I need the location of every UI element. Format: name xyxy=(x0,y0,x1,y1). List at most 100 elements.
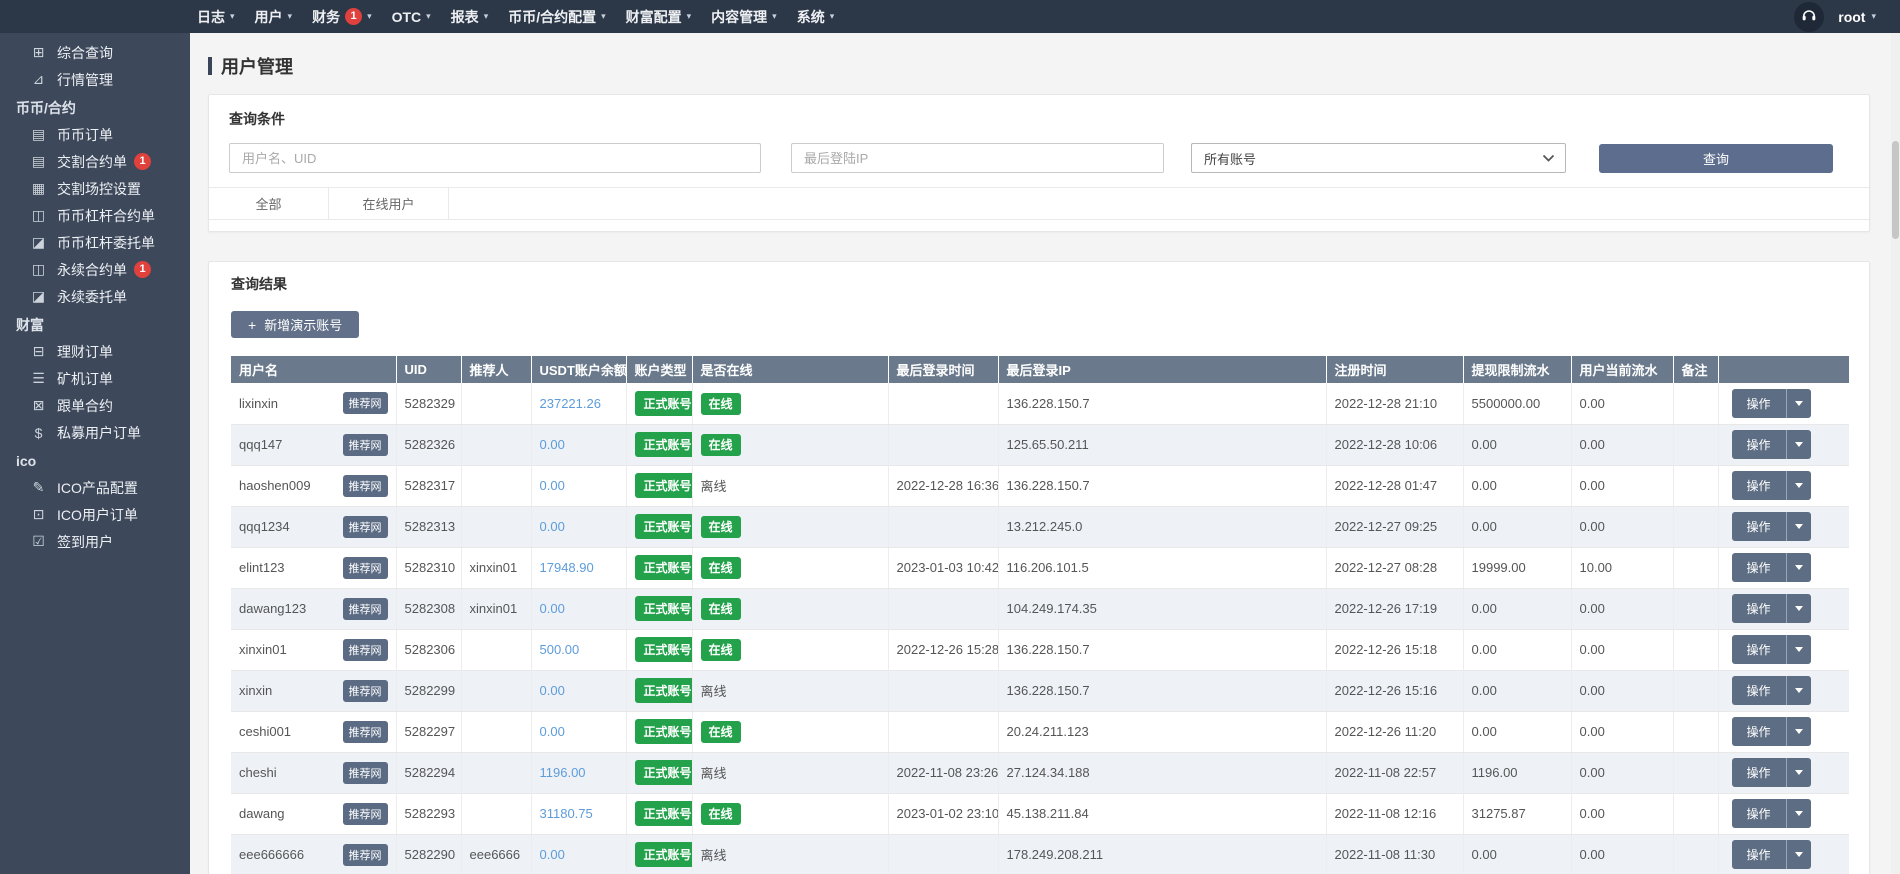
user-menu[interactable]: root ▾ xyxy=(1838,9,1876,25)
action-dropdown-toggle[interactable] xyxy=(1786,717,1811,746)
users-table-header-cell: 推荐人 xyxy=(461,356,531,383)
usdt-balance-link[interactable]: 0.00 xyxy=(540,601,565,616)
action-dropdown-toggle[interactable] xyxy=(1786,430,1811,459)
action-button[interactable]: 操作 xyxy=(1732,676,1786,705)
referral-network-badge[interactable]: 推荐网 xyxy=(343,392,388,414)
register-time-cell: 2022-12-26 15:18 xyxy=(1326,629,1463,670)
sidebar-item[interactable]: 币币/合约 xyxy=(0,95,190,121)
action-button[interactable]: 操作 xyxy=(1732,635,1786,664)
sidebar-item[interactable]: ico xyxy=(0,448,190,474)
sidebar-item[interactable]: ▤ 币币订单 xyxy=(0,121,190,148)
nav-menu-item[interactable]: 日志 ▾ xyxy=(197,7,235,27)
action-button[interactable]: 操作 xyxy=(1732,553,1786,582)
sidebar-item[interactable]: ⊞ 综合查询 xyxy=(0,39,190,66)
action-button[interactable]: 操作 xyxy=(1732,594,1786,623)
users-table-header-cell: 最后登录IP xyxy=(998,356,1326,383)
add-demo-account-button[interactable]: + 新增演示账号 xyxy=(231,311,359,338)
remark-cell xyxy=(1673,383,1718,424)
action-dropdown-toggle[interactable] xyxy=(1786,799,1811,828)
usdt-balance-link[interactable]: 0.00 xyxy=(540,847,565,862)
usdt-balance-link[interactable]: 0.00 xyxy=(540,724,565,739)
referral-network-badge[interactable]: 推荐网 xyxy=(343,844,388,866)
referral-network-badge[interactable]: 推荐网 xyxy=(343,803,388,825)
query-tab[interactable]: 在线用户 xyxy=(329,188,449,219)
referral-network-badge[interactable]: 推荐网 xyxy=(343,762,388,784)
action-dropdown-toggle[interactable] xyxy=(1786,553,1811,582)
account-type-badge: 正式账号 xyxy=(635,555,693,580)
sidebar-item[interactable]: 财富 xyxy=(0,312,190,338)
sidebar-item[interactable]: ☑ 签到用户 xyxy=(0,528,190,555)
nav-menu-item[interactable]: 用户 ▾ xyxy=(255,7,293,27)
online-status: 在线 xyxy=(701,639,741,661)
sidebar-item[interactable]: ⊟ 理财订单 xyxy=(0,338,190,365)
remark-cell xyxy=(1673,834,1718,874)
sidebar-item[interactable]: ⊡ ICO用户订单 xyxy=(0,501,190,528)
action-button[interactable]: 操作 xyxy=(1732,389,1786,418)
sidebar-item[interactable]: ◫ 永续合约单 1 xyxy=(0,256,190,283)
nav-menu-item[interactable]: 内容管理 ▾ xyxy=(711,7,777,27)
sidebar-item[interactable]: ◫ 币币杠杆合约单 xyxy=(0,202,190,229)
referral-network-badge[interactable]: 推荐网 xyxy=(343,721,388,743)
usdt-balance-link[interactable]: 0.00 xyxy=(540,519,565,534)
sidebar-item[interactable]: ◪ 币币杠杆委托单 xyxy=(0,229,190,256)
nav-menu-label: 财务 xyxy=(312,7,340,27)
register-time-cell: 2022-12-26 15:16 xyxy=(1326,670,1463,711)
action-button[interactable]: 操作 xyxy=(1732,840,1786,869)
username-uid-input[interactable] xyxy=(229,143,761,173)
nav-menu-item[interactable]: 财富配置 ▾ xyxy=(626,7,692,27)
usdt-balance-link[interactable]: 17948.90 xyxy=(540,560,594,575)
action-dropdown-toggle[interactable] xyxy=(1786,676,1811,705)
search-button[interactable]: 查询 xyxy=(1599,144,1833,173)
sidebar-item[interactable]: ☰ 矿机订单 xyxy=(0,365,190,392)
sidebar-item[interactable]: $ 私募用户订单 xyxy=(0,419,190,446)
action-dropdown-toggle[interactable] xyxy=(1786,389,1811,418)
sidebar-item-icon: ✎ xyxy=(30,479,47,496)
referral-network-badge[interactable]: 推荐网 xyxy=(343,434,388,456)
action-button[interactable]: 操作 xyxy=(1732,430,1786,459)
referral-network-badge[interactable]: 推荐网 xyxy=(343,475,388,497)
action-dropdown-toggle[interactable] xyxy=(1786,635,1811,664)
sidebar-item[interactable]: ◪ 永续委托单 xyxy=(0,283,190,310)
referral-network-badge[interactable]: 推荐网 xyxy=(343,516,388,538)
usdt-balance-link[interactable]: 1196.00 xyxy=(540,765,586,780)
nav-menu-item[interactable]: 币币/合约配置 ▾ xyxy=(508,7,605,27)
action-button[interactable]: 操作 xyxy=(1732,799,1786,828)
action-dropdown-toggle[interactable] xyxy=(1786,512,1811,541)
usdt-balance-link[interactable]: 0.00 xyxy=(540,683,565,698)
sidebar-item[interactable]: ▦ 交割场控设置 xyxy=(0,175,190,202)
nav-menu-item[interactable]: 报表 ▾ xyxy=(451,7,489,27)
nav-menu-item[interactable]: 系统 ▾ xyxy=(797,7,835,27)
nav-menu-item[interactable]: OTC ▾ xyxy=(392,9,431,25)
page-scrollbar-track[interactable] xyxy=(1891,33,1900,874)
action-dropdown-toggle[interactable] xyxy=(1786,758,1811,787)
query-tab[interactable]: 全部 xyxy=(209,188,329,219)
usdt-balance-link[interactable]: 500.00 xyxy=(540,642,580,657)
referral-network-badge[interactable]: 推荐网 xyxy=(343,598,388,620)
avatar[interactable] xyxy=(1794,2,1824,32)
action-button[interactable]: 操作 xyxy=(1732,512,1786,541)
sidebar-item[interactable]: ⊠ 跟单合约 xyxy=(0,392,190,419)
referral-network-badge[interactable]: 推荐网 xyxy=(343,557,388,579)
page-scrollbar-thumb[interactable] xyxy=(1892,141,1899,239)
usdt-balance-link[interactable]: 0.00 xyxy=(540,478,565,493)
action-dropdown-toggle[interactable] xyxy=(1786,840,1811,869)
account-type-select[interactable]: 所有账号 xyxy=(1191,143,1566,173)
action-button[interactable]: 操作 xyxy=(1732,758,1786,787)
sidebar-item[interactable]: ▤ 交割合约单 1 xyxy=(0,148,190,175)
sidebar-item-label: 签到用户 xyxy=(57,532,113,552)
usdt-balance-link[interactable]: 0.00 xyxy=(540,437,565,452)
referral-network-badge[interactable]: 推荐网 xyxy=(343,680,388,702)
action-button[interactable]: 操作 xyxy=(1732,471,1786,500)
action-dropdown-toggle[interactable] xyxy=(1786,594,1811,623)
sidebar-item[interactable]: ✎ ICO产品配置 xyxy=(0,474,190,501)
usdt-balance-link[interactable]: 31180.75 xyxy=(540,806,593,821)
action-dropdown-toggle[interactable] xyxy=(1786,471,1811,500)
nav-menu-item[interactable]: 财务 1 ▾ xyxy=(312,7,372,27)
remark-cell xyxy=(1673,506,1718,547)
last-login-ip-input[interactable] xyxy=(791,143,1164,173)
action-button[interactable]: 操作 xyxy=(1732,717,1786,746)
sidebar-item[interactable]: ⊿ 行情管理 xyxy=(0,66,190,93)
referrer-cell xyxy=(461,793,531,834)
usdt-balance-link[interactable]: 237221.26 xyxy=(540,396,601,411)
referral-network-badge[interactable]: 推荐网 xyxy=(343,639,388,661)
